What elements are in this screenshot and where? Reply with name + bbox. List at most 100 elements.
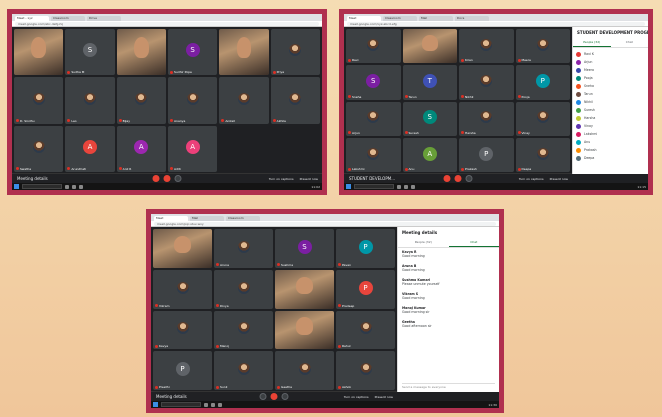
start-icon[interactable] [346,184,351,189]
app-icon[interactable] [72,184,76,189]
participant-tile[interactable]: Aniket [219,77,269,124]
taskbar-search[interactable] [354,184,394,189]
participant-tile[interactable] [153,229,212,268]
participant-tile[interactable]: T Tarun [402,65,457,100]
meeting-details-button[interactable]: Meeting details [156,394,187,399]
browser-tab[interactable]: Classroom [226,216,260,221]
app-icon[interactable] [79,184,83,189]
participant-tile[interactable] [402,29,457,64]
participant-tile[interactable]: D. Sindhu [14,77,64,124]
people-list-item[interactable]: Deepa [576,154,645,162]
participant-tile[interactable]: Ananya [167,77,218,124]
participant-tile[interactable]: Swetha [14,125,64,172]
participant-tile[interactable]: Nikhil [459,65,514,100]
taskbar-search[interactable] [161,402,201,407]
people-list-item[interactable]: Harsha [576,114,645,122]
tab-chat[interactable]: Chat [448,238,499,247]
participant-tile[interactable]: P Prakash [459,137,514,172]
present-button[interactable]: Present now [375,395,393,399]
browser-tab[interactable]: Classroom [51,16,85,21]
participant-tile[interactable]: Priya [270,29,320,76]
participant-tile[interactable]: Meera [515,29,570,64]
mic-off-button[interactable] [152,175,160,182]
people-list-item[interactable]: Tarun [576,90,645,98]
captions-button[interactable]: Turn on captions [269,177,294,181]
mic-off-button[interactable] [443,175,451,182]
people-list-item[interactable]: Meera [576,66,645,74]
participant-tile[interactable]: P Pooja [515,65,570,100]
people-list-item[interactable]: Pooja [576,74,645,82]
tab-people[interactable]: People (32) [573,38,611,47]
tab-people[interactable]: People (32) [398,238,449,247]
participant-tile[interactable] [116,29,166,76]
participant-tile[interactable]: S Sneha [346,65,401,100]
people-list-item[interactable]: Nikhil [576,98,645,106]
camera-button[interactable] [465,175,473,182]
people-list-item[interactable]: Prakash [576,146,645,154]
people-list-item[interactable]: Lakshmi [576,130,645,138]
participant-tile[interactable]: Deepa [515,137,570,172]
participant-tile[interactable]: A Arundhati [65,125,115,172]
app-icon[interactable] [218,402,222,407]
people-list-item[interactable]: Vinay [576,122,645,130]
participant-tile[interactable]: P Preethi [153,351,212,390]
browser-tab[interactable]: Mail [419,16,453,21]
participant-tile[interactable] [275,310,334,350]
people-list-item[interactable]: Arjun [576,58,645,66]
camera-button[interactable] [281,393,289,400]
people-list-item[interactable]: Ravi K [576,50,645,58]
participant-tile[interactable]: Sunil [214,351,273,390]
start-icon[interactable] [153,402,158,407]
participant-tile[interactable]: Manoj [214,310,273,350]
participant-tile[interactable]: Divya [214,269,273,309]
participant-tile[interactable]: Kavya [153,310,212,350]
participant-tile[interactable]: Bijay [116,77,166,124]
captions-button[interactable]: Turn on captions [519,177,544,181]
hang-up-button[interactable] [454,175,462,182]
app-icon[interactable] [204,402,208,407]
browser-tab[interactable]: Meet [154,216,188,221]
participant-tile[interactable]: Arjun [346,101,401,136]
participant-tile[interactable]: P Pradeep [336,269,395,309]
app-icon[interactable] [211,402,215,407]
browser-tab[interactable]: Drive [87,16,121,21]
browser-tab[interactable]: Docs [455,16,489,21]
hang-up-button[interactable] [163,175,171,182]
mic-button[interactable] [259,393,267,400]
participant-tile[interactable] [275,269,334,309]
browser-tab[interactable]: Classroom [383,16,417,21]
url-field[interactable]: meet.google.com/xyz-abcd-efg [347,21,645,26]
participant-tile[interactable]: Aruna [214,229,273,268]
hang-up-button[interactable] [270,393,278,400]
meeting-details-button[interactable]: STUDENT DEVELOPM... [349,176,395,181]
participant-tile[interactable]: Harsha [459,101,514,136]
tab-chat[interactable]: Chat [611,38,649,47]
present-button[interactable]: Present now [300,177,318,181]
url-field[interactable]: meet.google.com/pqr-stuv-wxy [154,221,496,226]
present-button[interactable]: Present now [550,177,568,181]
participant-tile[interactable] [219,29,269,76]
people-list-item[interactable]: Suresh [576,106,645,114]
participant-tile[interactable]: Lakshmi [346,137,401,172]
start-icon[interactable] [14,184,19,189]
app-icon[interactable] [397,184,401,189]
participant-tile[interactable]: Vikram [153,269,212,309]
browser-tab[interactable]: Meet - xyz [15,16,49,21]
url-field[interactable]: meet.google.com/abc-defg-hij [15,21,319,26]
people-list-item[interactable]: Anu [576,138,645,146]
participant-tile[interactable]: S Sudhir Pope [167,29,218,76]
meeting-details-button[interactable]: Meeting details [17,176,48,181]
participant-tile[interactable]: A Anil R [116,125,166,172]
browser-tab[interactable]: Mail [190,216,224,221]
participant-tile[interactable]: Leo [65,77,115,124]
participant-tile[interactable]: Rahul [336,310,395,350]
participant-tile[interactable] [14,29,64,76]
participant-tile[interactable]: Vinay [515,101,570,136]
participant-tile[interactable]: Ashok [336,351,395,390]
participant-tile[interactable]: Ravi [346,29,401,64]
app-icon[interactable] [411,184,415,189]
app-icon[interactable] [404,184,408,189]
chat-input[interactable]: Send a message to everyone [402,383,495,389]
participant-tile[interactable]: Geetha [275,351,334,390]
participant-tile[interactable]: A Aditi [167,125,218,172]
